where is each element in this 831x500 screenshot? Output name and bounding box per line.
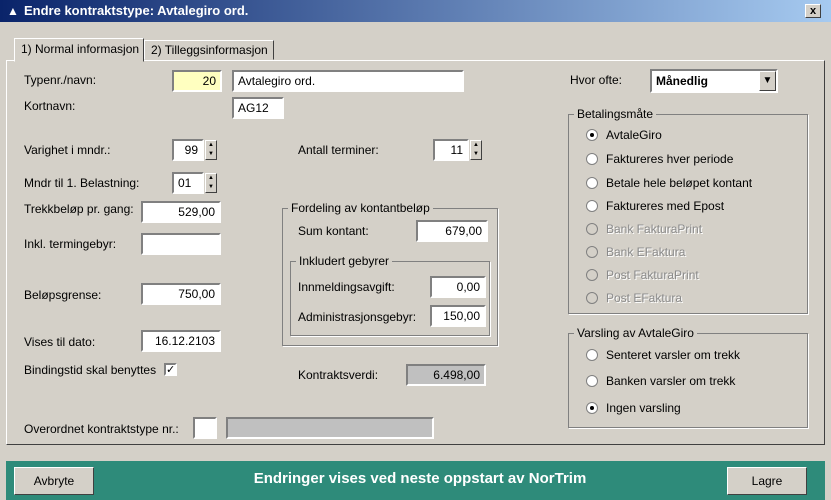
antall-terminer-spinner[interactable]: ▲ ▼ <box>470 140 482 160</box>
radio-betale-kontant[interactable] <box>586 177 598 189</box>
vises-til-dato-input[interactable]: 16.12.2103 <box>141 330 221 352</box>
app-icon: ▲ <box>7 4 19 18</box>
trekk-input[interactable]: 529,00 <box>141 201 221 223</box>
radio-faktureres-hver-periode-label: Faktureres hver periode <box>606 152 734 166</box>
typenr-label: Typenr./navn: <box>24 73 97 87</box>
radio-ingen-varsling[interactable] <box>586 402 598 414</box>
tab-normal-informasjon[interactable]: 1) Normal informasjon <box>14 38 144 62</box>
radio-post-fakturaprint <box>586 269 598 281</box>
varsling-title: Varsling av AvtaleGiro <box>574 326 697 340</box>
overordnet-name-field <box>226 417 434 439</box>
kortnavn-input[interactable]: AG12 <box>232 97 284 119</box>
radio-post-fakturaprint-label: Post FakturaPrint <box>606 268 699 282</box>
inkl-termingebyr-label: Inkl. termingebyr: <box>24 237 117 251</box>
inkl-termingebyr-input[interactable] <box>141 233 221 255</box>
mndr-spinner[interactable]: ▲ ▼ <box>205 173 217 193</box>
kontraktsverdi-label: Kontraktsverdi: <box>298 368 379 382</box>
betalingsmate-title: Betalingsmåte <box>574 107 657 121</box>
kontraktsverdi-field: 6.498,00 <box>406 364 486 386</box>
radio-betale-kontant-label: Betale hele beløpet kontant <box>606 176 753 190</box>
navn-input[interactable]: Avtalegiro ord. <box>232 70 464 92</box>
lagre-button[interactable]: Lagre <box>727 467 807 495</box>
typenr-input[interactable]: 20 <box>172 70 222 92</box>
hvor-ofte-value: Månedlig <box>656 74 709 88</box>
radio-bank-fakturaprint <box>586 223 598 235</box>
radio-banken-varsler-label: Banken varsler om trekk <box>606 374 736 388</box>
status-message: Endringer vises ved neste oppstart av No… <box>253 470 587 487</box>
gebyr-title: Inkludert gebyrer <box>296 254 393 268</box>
hvor-ofte-label: Hvor ofte: <box>570 73 623 87</box>
innmeldingsavgift-label: Innmeldingsavgift: <box>298 280 395 294</box>
sum-kontant-label: Sum kontant: <box>298 224 369 238</box>
radio-bank-efaktura <box>586 246 598 258</box>
betalingsmate-group <box>568 114 808 314</box>
administrasjonsgebyr-label: Administrasjonsgebyr: <box>298 310 417 324</box>
innmeldingsavgift-input[interactable]: 0,00 <box>430 276 486 298</box>
varighet-input[interactable]: 99 <box>172 139 204 161</box>
bindingstid-checkbox[interactable]: ✓ <box>164 363 177 376</box>
belopsgrense-label: Beløpsgrense: <box>24 288 102 302</box>
fordeling-title: Fordeling av kontantbeløp <box>288 201 433 215</box>
radio-faktureres-hver-periode[interactable] <box>586 153 598 165</box>
mndr-input[interactable]: 01 <box>172 172 204 194</box>
administrasjonsgebyr-input[interactable]: 150,00 <box>430 305 486 327</box>
chevron-down-icon[interactable]: ▼ <box>759 71 776 91</box>
antall-terminer-label: Antall terminer: <box>298 143 379 157</box>
radio-faktureres-epost[interactable] <box>586 200 598 212</box>
radio-bank-efaktura-label: Bank EFaktura <box>606 245 686 259</box>
radio-ingen-varsling-label: Ingen varsling <box>606 401 681 415</box>
varighet-label: Varighet i mndr.: <box>24 143 111 157</box>
antall-terminer-input[interactable]: 11 <box>433 139 469 161</box>
trekk-label: Trekkbeløp pr. gang: <box>24 202 134 216</box>
tab-tilleggsinformasjon[interactable]: 2) Tilleggsinformasjon <box>144 40 274 60</box>
radio-avtalegiro-label: AvtaleGiro <box>606 128 662 142</box>
varighet-spinner[interactable]: ▲ ▼ <box>205 140 217 160</box>
kortnavn-label: Kortnavn: <box>24 99 76 113</box>
mndr-label: Mndr til 1. Belastning: <box>24 176 140 190</box>
bindingstid-label: Bindingstid skal benyttes <box>24 363 157 377</box>
hvor-ofte-select[interactable]: Månedlig ▼ <box>650 69 778 93</box>
radio-post-efaktura-label: Post EFaktura <box>606 291 683 305</box>
window-title: Endre kontraktstype: Avtalegiro ord. <box>24 3 249 18</box>
radio-banken-varsler[interactable] <box>586 375 598 387</box>
radio-avtalegiro[interactable] <box>586 129 598 141</box>
radio-senteret-varsler[interactable] <box>586 349 598 361</box>
overordnet-label: Overordnet kontraktstype nr.: <box>24 422 179 436</box>
avbryte-button[interactable]: Avbryte <box>14 467 94 495</box>
belopsgrense-input[interactable]: 750,00 <box>141 283 221 305</box>
radio-bank-fakturaprint-label: Bank FakturaPrint <box>606 222 703 236</box>
close-button[interactable]: x <box>805 4 821 18</box>
sum-kontant-input[interactable]: 679,00 <box>416 220 488 242</box>
radio-faktureres-epost-label: Faktureres med Epost <box>606 199 725 213</box>
overordnet-input[interactable] <box>193 417 217 439</box>
vises-til-dato-label: Vises til dato: <box>24 335 96 349</box>
radio-post-efaktura <box>586 292 598 304</box>
radio-senteret-varsler-label: Senteret varsler om trekk <box>606 348 741 362</box>
